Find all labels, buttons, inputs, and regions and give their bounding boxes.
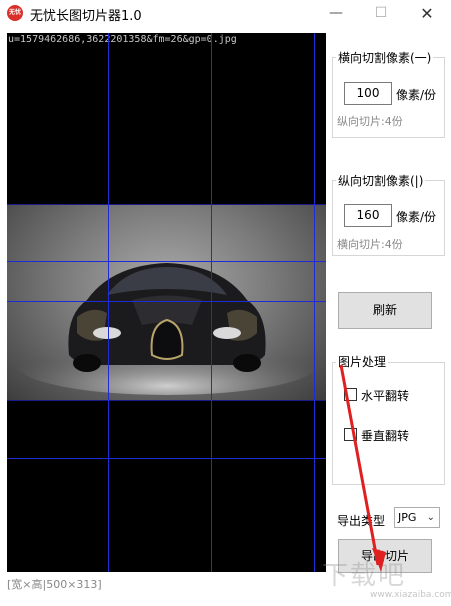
horizontal-slice-count: 横向切片:4份 [337, 238, 403, 251]
slice-line-vertical [211, 33, 212, 572]
watermark-logo: 下载吧 [322, 561, 407, 591]
window-title: 无忧长图切片器1.0 [30, 9, 142, 24]
slice-line-vertical [108, 33, 109, 572]
title-bar: 无忧 无忧长图切片器1.0 — ☐ ✕ [0, 0, 451, 27]
flip-vertical-label[interactable]: 垂直翻转 [361, 427, 409, 444]
car-illustration [17, 263, 317, 395]
car-photo [7, 204, 326, 401]
slice-line-horizontal [7, 301, 326, 302]
flip-horizontal-checkbox[interactable] [344, 388, 357, 401]
image-size-status: [宽×高|500×313] [7, 578, 102, 591]
vertical-cut-title: 纵向切割像素(|) [336, 172, 426, 189]
vertical-unit-label: 像素/份 [396, 210, 437, 224]
horizontal-pixels-input[interactable]: 100 [344, 82, 392, 105]
chevron-down-icon: ⌄ [426, 512, 435, 523]
image-preview[interactable]: u=1579462686,3622201358&fm=26&gp=0.jpg [7, 33, 326, 572]
export-type-label: 导出类型 [337, 514, 386, 528]
slice-line-vertical [314, 33, 315, 572]
flip-vertical-checkbox[interactable] [344, 428, 357, 441]
vertical-pixels-input[interactable]: 160 [344, 204, 392, 227]
minimize-icon[interactable]: — [313, 0, 359, 27]
vertical-slice-count: 纵向切片:4份 [337, 115, 403, 128]
app-logo-icon: 无忧 [7, 5, 23, 21]
export-type-value: JPG [398, 511, 417, 524]
export-type-select[interactable]: JPG ⌄ [394, 507, 440, 528]
flip-horizontal-label[interactable]: 水平翻转 [361, 387, 409, 404]
close-icon[interactable]: ✕ [404, 0, 450, 27]
watermark-url: www.xiazaiba.com [370, 590, 451, 600]
horizontal-cut-title: 横向切割像素(一) [336, 49, 434, 66]
image-filename: u=1579462686,3622201358&fm=26&gp=0.jpg [8, 34, 237, 45]
refresh-button[interactable]: 刷新 [338, 292, 432, 329]
slice-line-horizontal [7, 261, 326, 262]
slice-line-horizontal [7, 458, 326, 459]
image-processing-title: 图片处理 [336, 353, 389, 370]
image-processing-group [332, 362, 445, 485]
maximize-icon[interactable]: ☐ [358, 0, 404, 27]
horizontal-unit-label: 像素/份 [396, 88, 437, 102]
